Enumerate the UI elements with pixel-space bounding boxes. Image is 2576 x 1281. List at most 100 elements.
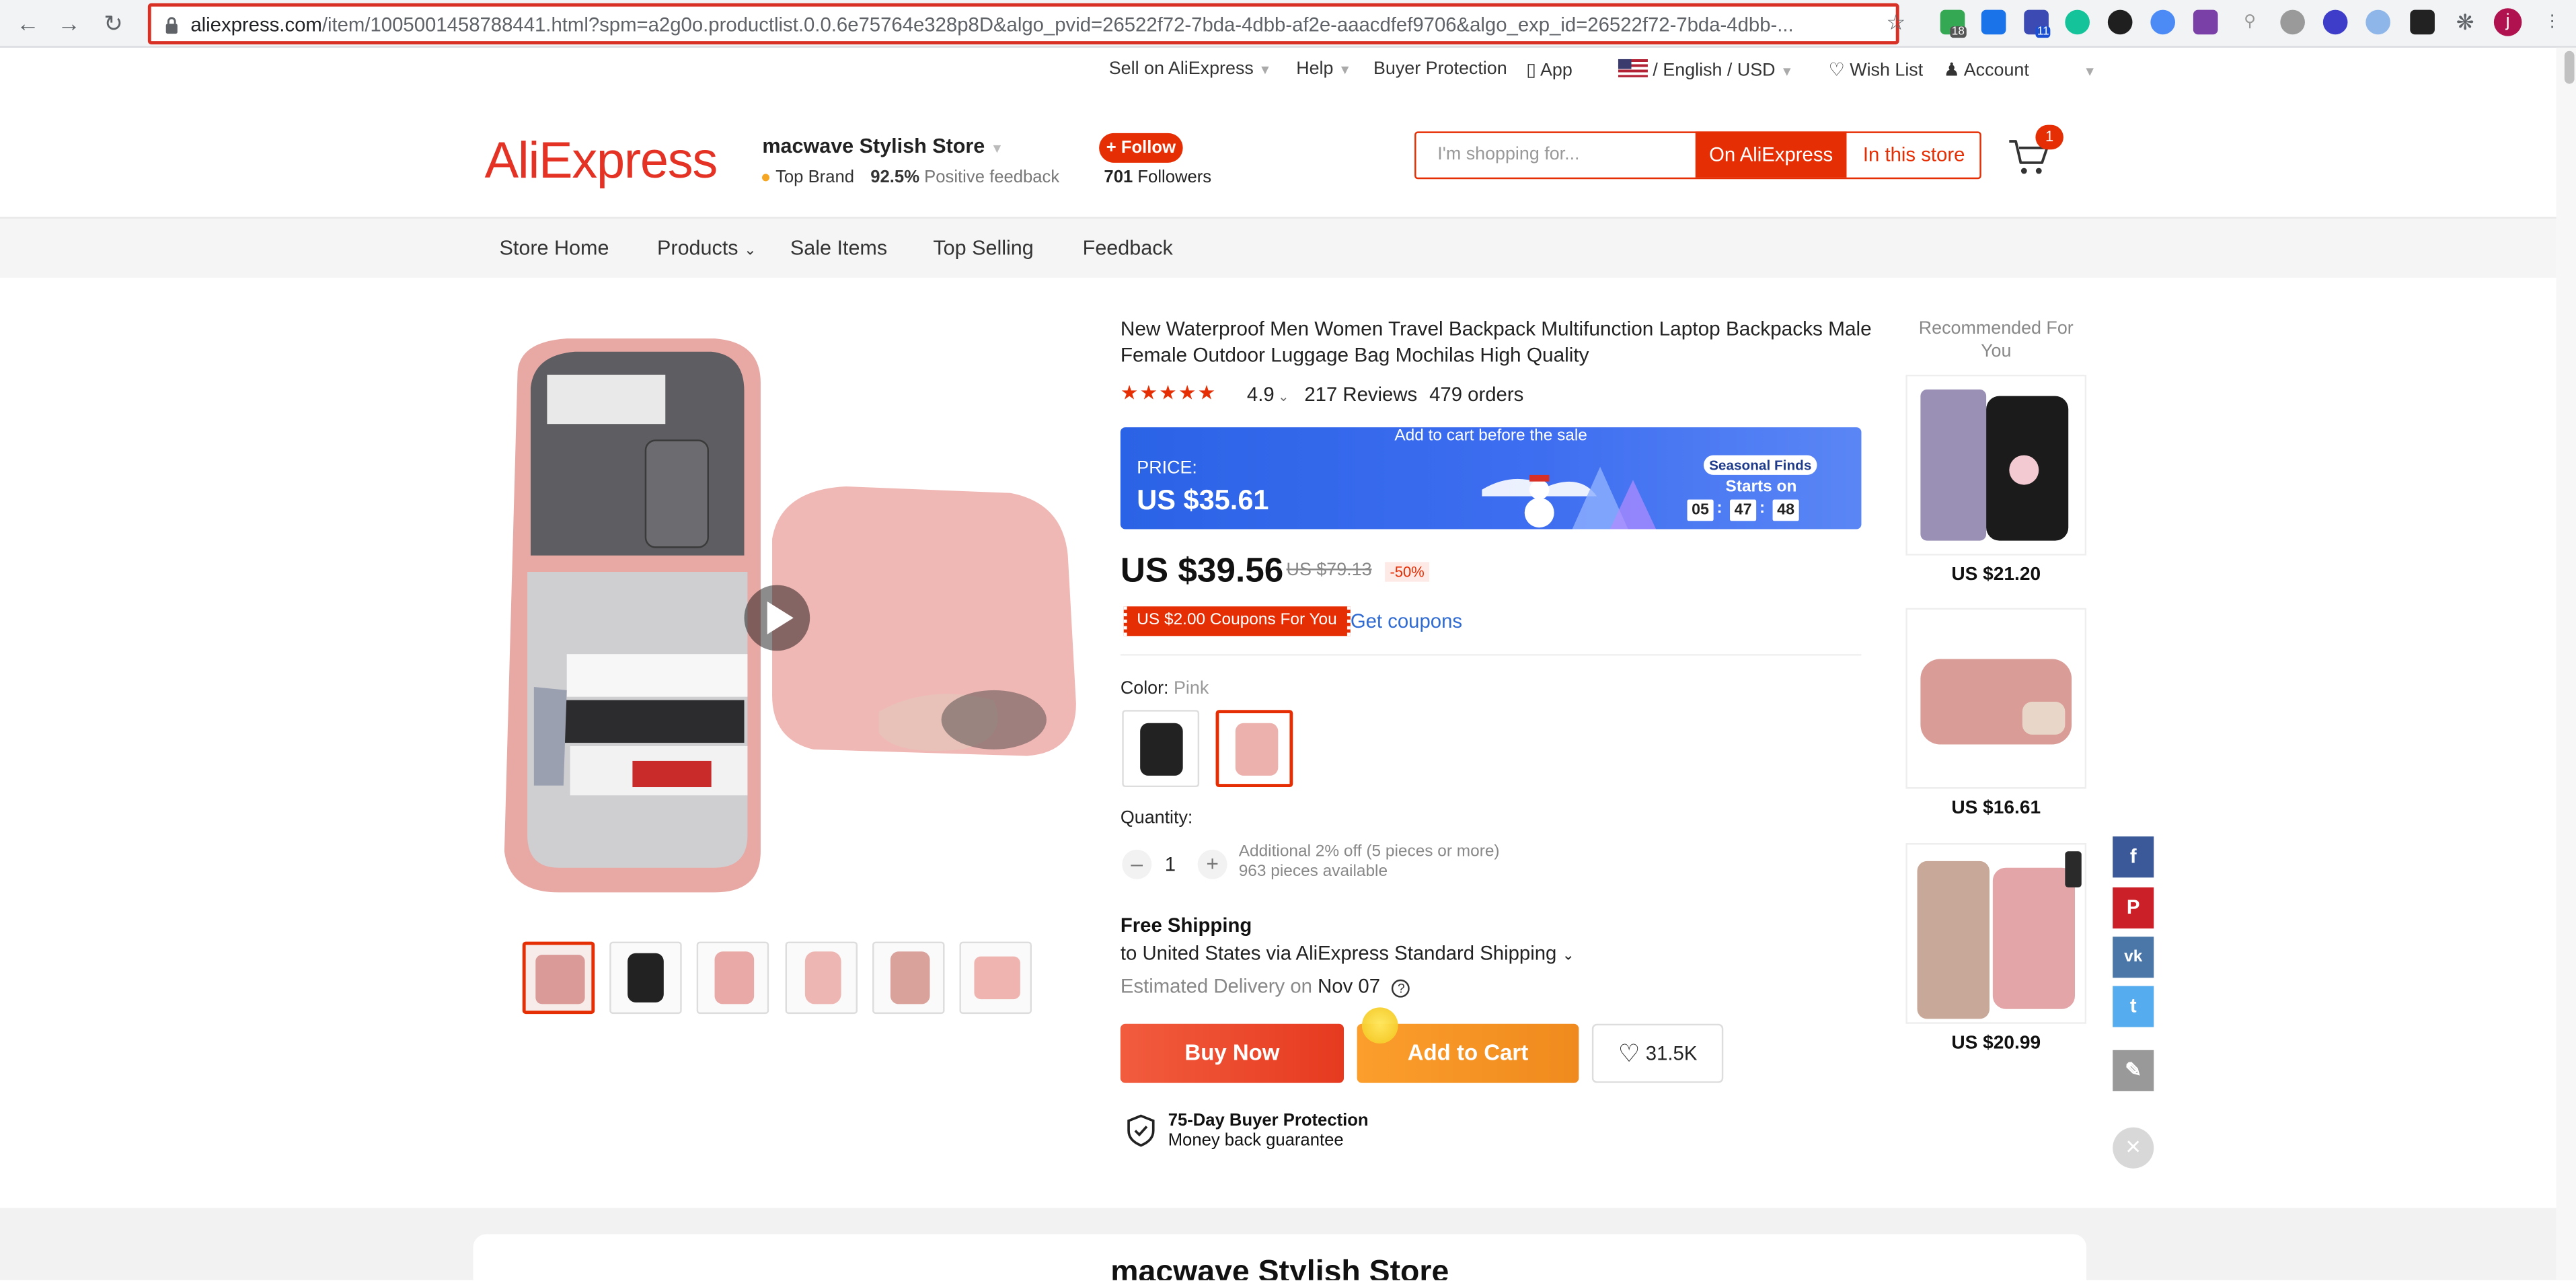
reload-icon[interactable]: ↻ [100,10,126,36]
rating-stars: ★★★★★ [1120,381,1217,404]
recommended-price-3: US $20.99 [1951,1033,2041,1054]
twitter-share-icon[interactable]: t [2113,986,2154,1027]
search-extension-icon[interactable]: ⚲ [2238,10,2263,35]
store-section-card: macwave Stylish Store [473,1234,2087,1281]
recommended-price-2: US $16.61 [1951,799,2041,819]
wordpress-icon[interactable] [2280,9,2305,35]
account-menu[interactable]: ♟ Account ▼ [1943,59,2096,81]
recommended-item-1[interactable] [1905,374,2087,556]
app-link[interactable]: ▯ App [1526,59,1573,81]
thumbnail-5[interactable] [872,941,945,1015]
thumbnail-1[interactable] [522,941,595,1015]
buyer-protection-link[interactable]: Buyer Protection [1373,59,1507,79]
scrollbar-thumb[interactable] [2564,50,2575,84]
help-icon[interactable]: ? [1392,979,1410,998]
user-icon: ♟ [1943,61,1960,81]
color-swatch-pink[interactable] [1215,710,1293,788]
shipping-method[interactable]: to United States via AliExpress Standard… [1121,942,1575,965]
extension-icon[interactable] [2107,9,2133,35]
main-product-image[interactable] [468,309,1086,927]
product-title: New Waterproof Men Women Travel Backpack… [1120,317,1872,367]
original-price: US $79.13 [1286,560,1372,581]
search-on-aliexpress-button[interactable]: On AliExpress [1695,131,1847,178]
edit-pencil-icon[interactable]: ✎ [2113,1050,2154,1091]
divider [1120,654,1862,656]
chevron-down-icon: ⌄ [1562,946,1575,963]
lock-icon [165,17,178,34]
extension-icon[interactable] [2150,9,2176,35]
facebook-share-icon[interactable]: f [2113,836,2154,878]
estimated-delivery: Estimated Delivery on Nov 07 ? [1121,974,1410,998]
forward-icon[interactable]: → [56,10,82,36]
countdown-seconds: 48 [1772,499,1799,521]
scrollbar-track[interactable] [2556,47,2576,1281]
sell-link[interactable]: Sell on AliExpress ▼ [1109,59,1272,79]
aliexpress-logo[interactable]: AliExpress [485,131,718,190]
backpack-image [504,338,1076,893]
locale-selector[interactable]: / English / USD ▼ [1618,59,1793,81]
discount-badge: -50% [1385,562,1430,582]
vk-share-icon[interactable]: vk [2113,937,2154,978]
nav-store-home[interactable]: Store Home [500,237,609,260]
store-rating-line: ● Top Brand 92.5% Positive feedback [760,168,1060,188]
puzzle-icon[interactable]: ❋ [2453,10,2478,35]
recommended-item-2[interactable] [1905,608,2087,789]
click-indicator [1361,1007,1398,1044]
store-name[interactable]: macwave Stylish Store ▼ [762,135,1003,157]
recommended-price-1: US $21.20 [1951,565,2041,585]
starts-on-label: Starts on [1725,478,1797,497]
recommended-heading: Recommended For You [1918,318,2074,362]
url-text: aliexpress.com/item/1005001458788441.htm… [190,13,1794,36]
notion-icon[interactable] [2410,9,2435,35]
top-brand-icon: ● [760,168,771,188]
rating-summary[interactable]: 4.9 ⌄ 217 Reviews 479 orders [1247,383,1523,406]
thumbnail-3[interactable] [696,941,769,1015]
bookmark-star-icon[interactable]: ☆ [1883,10,1909,36]
address-bar[interactable]: aliexpress.com/item/1005001458788441.htm… [147,3,1899,44]
search-in-store-button[interactable]: In this store [1846,131,1981,177]
promo-banner-text: Add to cart before the sale [1394,427,1587,445]
menu-icon[interactable]: ⋮ [2540,10,2565,35]
profile-avatar[interactable]: j [2493,8,2522,36]
thumbnail-2[interactable] [609,941,682,1015]
pinterest-share-icon[interactable]: P [2113,887,2154,929]
promo-price-label: PRICE: [1137,458,1197,478]
onenote-icon[interactable] [2193,9,2218,35]
cart-count-badge: 1 [2035,124,2063,150]
quantity-decrease-button[interactable]: – [1122,849,1152,879]
quantity-input[interactable]: 1 [1165,853,1176,876]
coupon-badge[interactable]: US $2.00 Coupons For You [1123,606,1351,636]
shield-check-icon [1127,1114,1155,1147]
extension-badge: 11 [2035,26,2051,38]
heart-icon: ♡ [1828,61,1845,81]
search-input[interactable]: I'm shopping for... [1437,145,1579,164]
current-price: US $39.56 [1120,552,1284,590]
store-section-title: macwave Stylish Store [1110,1255,1449,1281]
close-icon[interactable]: × [2113,1127,2154,1169]
extension-icon[interactable] [2322,9,2348,35]
grammarly-icon[interactable] [2065,9,2090,35]
quantity-increase-button[interactable]: + [1197,849,1227,879]
help-menu[interactable]: Help ▼ [1296,59,1351,79]
seasonal-finds-badge: Seasonal Finds [1703,455,1817,475]
nav-feedback[interactable]: Feedback [1083,237,1173,260]
recommended-item-3[interactable] [1905,843,2087,1024]
quantity-note: Additional 2% off (5 pieces or more) 963 … [1238,843,1500,881]
thumbnail-4[interactable] [785,941,858,1015]
get-coupons-link[interactable]: Get coupons [1351,610,1462,632]
cloud-icon[interactable] [2365,9,2390,35]
countdown-minutes: 47 [1730,499,1757,521]
phone-icon: ▯ [1526,61,1536,81]
nav-sale-items[interactable]: Sale Items [790,237,887,260]
back-icon[interactable]: ← [15,10,41,36]
thumbnail-6[interactable] [959,941,1032,1015]
nav-top-selling[interactable]: Top Selling [933,237,1033,260]
wish-list-link[interactable]: ♡ Wish List [1828,59,1924,81]
nav-products[interactable]: Products ⌄ [657,237,756,260]
color-swatch-black[interactable] [1122,710,1200,788]
chevron-down-icon: ⌄ [744,242,757,258]
wishlist-button[interactable]: ♡ 31.5K [1591,1023,1724,1083]
save-extension-icon[interactable] [1981,9,2006,35]
follow-button[interactable]: + Follow [1099,133,1183,163]
buy-now-button[interactable]: Buy Now [1120,1023,1344,1083]
